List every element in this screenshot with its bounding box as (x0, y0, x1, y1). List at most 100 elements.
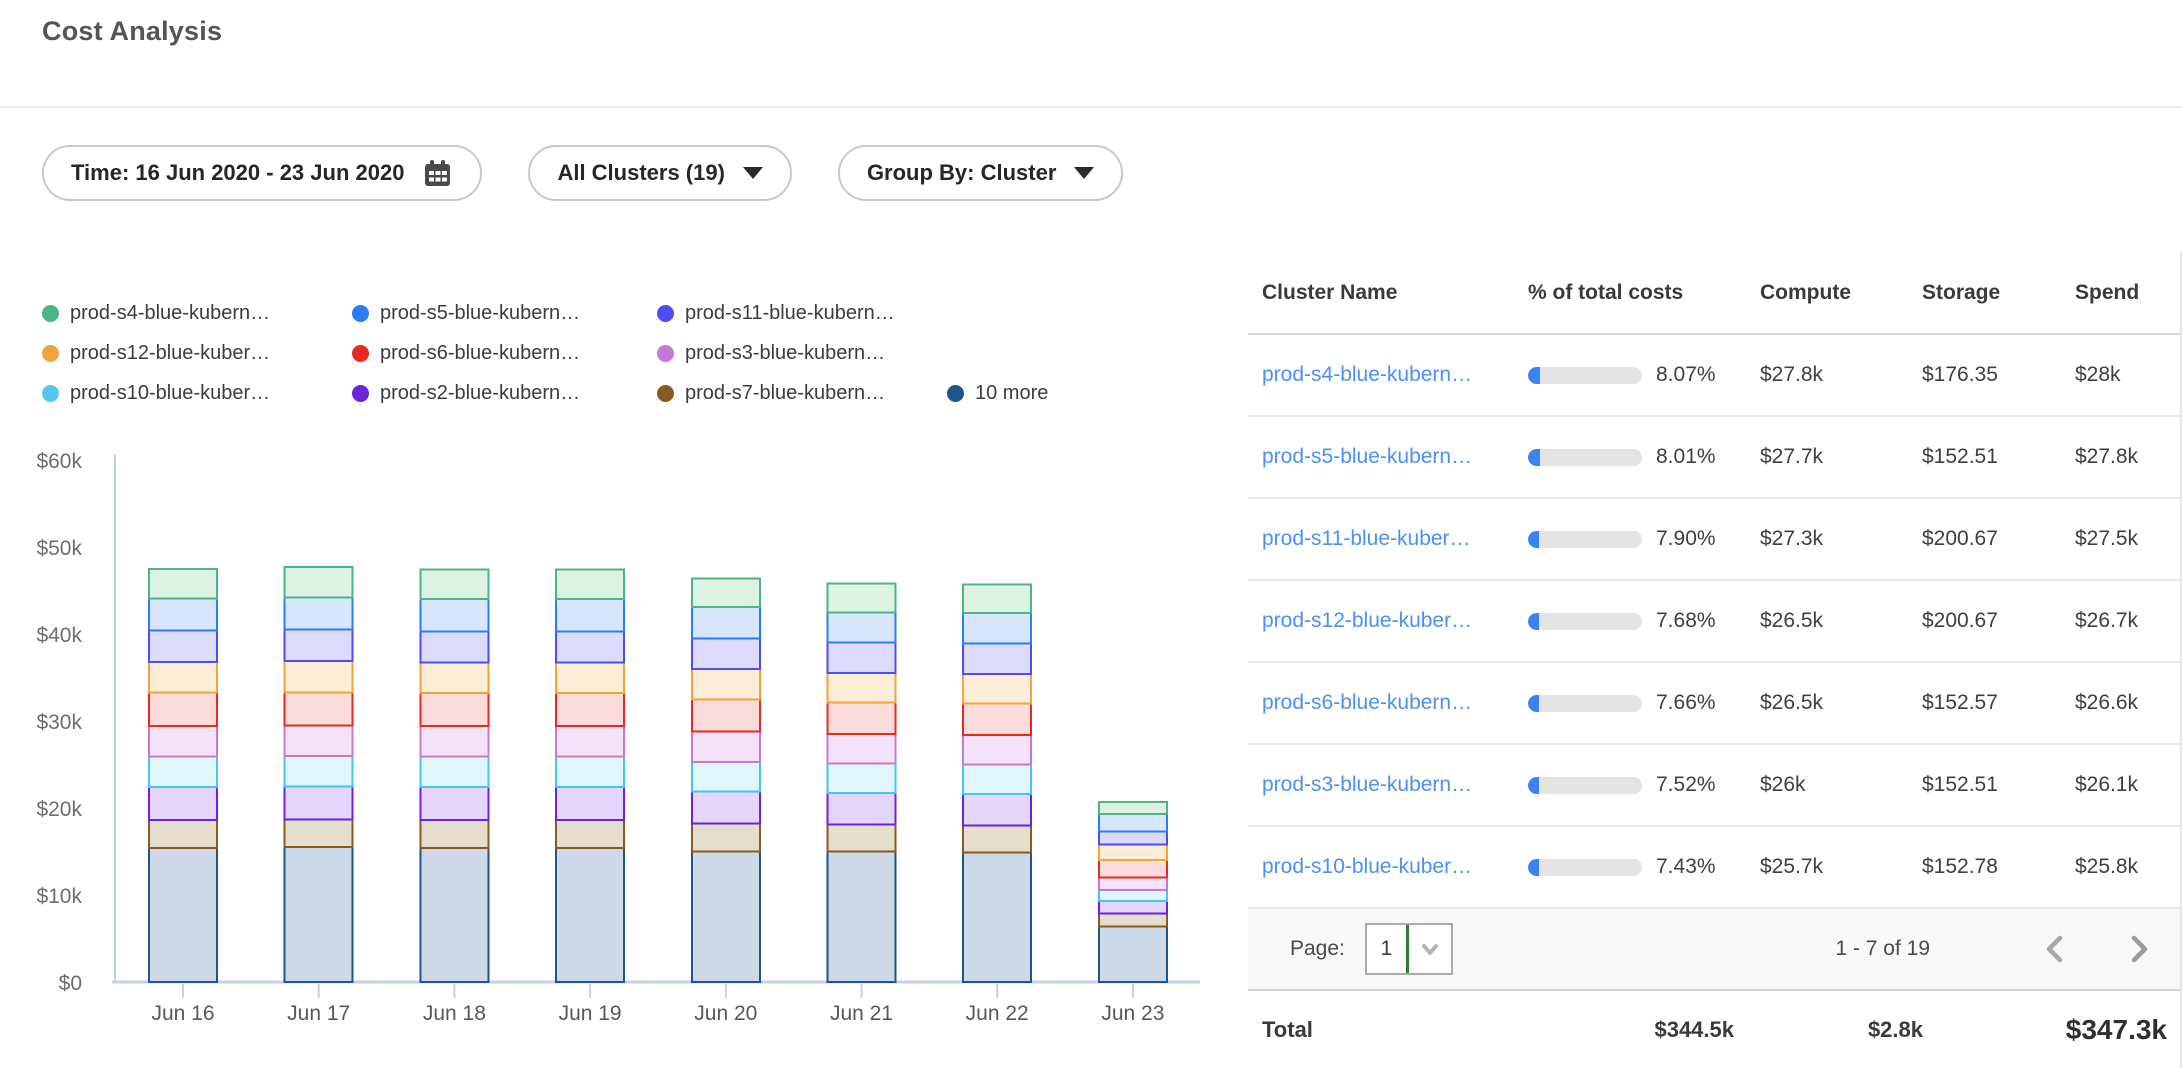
bar-segment[interactable] (1099, 860, 1167, 877)
legend-item[interactable]: prod-s3-blue-kubern… (657, 342, 947, 365)
cluster-link[interactable]: prod-s11-blue-kuber… (1262, 527, 1471, 550)
bar-segment[interactable] (420, 631, 488, 662)
bar-segment[interactable] (556, 570, 624, 600)
bar-segment[interactable] (963, 644, 1031, 674)
bar-segment[interactable] (285, 692, 353, 725)
legend-item[interactable]: prod-s4-blue-kubern… (42, 302, 352, 325)
bar-segment[interactable] (828, 734, 896, 764)
bar-segment[interactable] (556, 599, 624, 631)
bar-segment[interactable] (556, 631, 624, 662)
bar-segment[interactable] (556, 820, 624, 848)
legend-item[interactable]: prod-s11-blue-kubern… (657, 302, 947, 325)
bar-segment[interactable] (285, 661, 353, 692)
bar-segment[interactable] (828, 764, 896, 794)
bar-segment[interactable] (828, 643, 896, 673)
bar-segment[interactable] (1099, 926, 1167, 982)
bar-segment[interactable] (556, 757, 624, 787)
bar-segment[interactable] (692, 852, 760, 983)
cluster-link[interactable]: prod-s3-blue-kubern… (1262, 773, 1472, 796)
cluster-filter[interactable]: All Clusters (19) (528, 145, 792, 201)
bar-segment[interactable] (285, 597, 353, 629)
bar-segment[interactable] (692, 638, 760, 668)
bar-segment[interactable] (1099, 802, 1167, 814)
bar-segment[interactable] (963, 794, 1031, 825)
legend-item[interactable]: prod-s10-blue-kuber… (42, 382, 352, 405)
bar-segment[interactable] (963, 584, 1031, 613)
bar-segment[interactable] (828, 703, 896, 734)
bar-segment[interactable] (1099, 814, 1167, 831)
bar-segment[interactable] (149, 848, 217, 982)
bar-segment[interactable] (285, 630, 353, 661)
bar-segment[interactable] (149, 631, 217, 662)
bar-segment[interactable] (828, 673, 896, 703)
bar-segment[interactable] (1099, 913, 1167, 926)
bar-segment[interactable] (420, 848, 488, 982)
bar-segment[interactable] (285, 725, 353, 755)
next-page-button[interactable] (2124, 934, 2154, 964)
bar-segment[interactable] (285, 756, 353, 786)
cluster-link[interactable]: prod-s5-blue-kubern… (1262, 445, 1472, 468)
bar-segment[interactable] (420, 787, 488, 820)
bar-segment[interactable] (963, 735, 1031, 765)
bar-segment[interactable] (556, 663, 624, 693)
bar-segment[interactable] (1099, 901, 1167, 913)
legend-item[interactable]: prod-s7-blue-kubern… (657, 382, 947, 405)
bar-segment[interactable] (149, 820, 217, 848)
time-range-filter[interactable]: Time: 16 Jun 2020 - 23 Jun 2020 (42, 145, 482, 201)
bar-segment[interactable] (149, 569, 217, 599)
legend-item[interactable]: prod-s5-blue-kubern… (352, 302, 657, 325)
bar-segment[interactable] (963, 674, 1031, 704)
bar-segment[interactable] (963, 765, 1031, 795)
legend-item[interactable]: 10 more (947, 382, 1048, 405)
bar-segment[interactable] (420, 663, 488, 693)
bar-segment[interactable] (963, 852, 1031, 982)
prev-page-button[interactable] (2040, 934, 2070, 964)
group-by-filter[interactable]: Group By: Cluster (838, 145, 1123, 201)
cluster-link[interactable]: prod-s6-blue-kubern… (1262, 691, 1472, 714)
legend-item[interactable]: prod-s6-blue-kubern… (352, 342, 657, 365)
bar-segment[interactable] (828, 793, 896, 824)
bar-segment[interactable] (692, 699, 760, 731)
bar-segment[interactable] (692, 607, 760, 638)
bar-segment[interactable] (420, 726, 488, 756)
bar-segment[interactable] (828, 584, 896, 613)
bar-segment[interactable] (828, 852, 896, 983)
bar-segment[interactable] (692, 669, 760, 699)
bar-segment[interactable] (285, 847, 353, 982)
bar-segment[interactable] (420, 599, 488, 631)
bar-segment[interactable] (285, 786, 353, 819)
bar-segment[interactable] (1099, 878, 1167, 890)
cluster-link[interactable]: prod-s10-blue-kuber… (1262, 855, 1472, 878)
bar-segment[interactable] (963, 825, 1031, 852)
page-select[interactable]: 1 (1365, 923, 1453, 975)
bar-segment[interactable] (420, 757, 488, 787)
bar-segment[interactable] (285, 567, 353, 597)
bar-segment[interactable] (556, 726, 624, 756)
legend-item[interactable]: prod-s2-blue-kubern… (352, 382, 657, 405)
bar-segment[interactable] (828, 612, 896, 642)
bar-segment[interactable] (149, 598, 217, 630)
bar-segment[interactable] (692, 731, 760, 761)
bar-segment[interactable] (420, 693, 488, 726)
bar-segment[interactable] (149, 757, 217, 787)
bar-segment[interactable] (149, 692, 217, 726)
bar-segment[interactable] (1099, 831, 1167, 844)
legend-item[interactable]: prod-s12-blue-kuber… (42, 342, 352, 365)
bar-segment[interactable] (1099, 845, 1167, 861)
bar-segment[interactable] (285, 819, 353, 847)
cluster-link[interactable]: prod-s4-blue-kubern… (1262, 363, 1472, 386)
bar-segment[interactable] (692, 578, 760, 607)
cluster-link[interactable]: prod-s12-blue-kuber… (1262, 609, 1472, 632)
bar-segment[interactable] (149, 662, 217, 692)
bar-segment[interactable] (556, 848, 624, 982)
bar-segment[interactable] (692, 791, 760, 823)
bar-segment[interactable] (149, 726, 217, 756)
bar-segment[interactable] (420, 820, 488, 848)
bar-segment[interactable] (963, 704, 1031, 735)
bar-segment[interactable] (420, 570, 488, 600)
bar-segment[interactable] (1099, 890, 1167, 901)
bar-segment[interactable] (692, 762, 760, 792)
bar-segment[interactable] (556, 693, 624, 726)
bar-segment[interactable] (828, 825, 896, 852)
bar-segment[interactable] (556, 787, 624, 820)
